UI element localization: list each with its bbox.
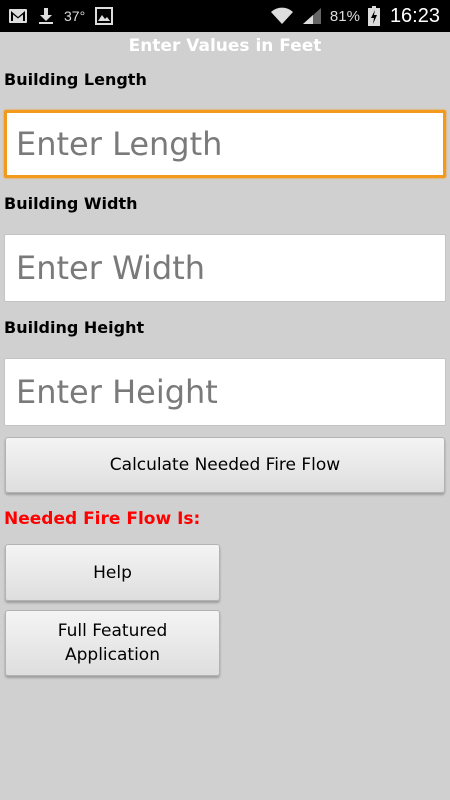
page-title: Enter Values in Feet xyxy=(128,36,322,56)
clock: 16:23 xyxy=(389,4,440,27)
height-label: Building Height xyxy=(4,318,145,337)
result-label: Needed Fire Flow Is: xyxy=(4,509,201,529)
temperature-text: 37° xyxy=(64,8,86,24)
battery-charging-icon xyxy=(367,6,380,26)
calculate-button[interactable]: Calculate Needed Fire Flow xyxy=(5,437,445,493)
status-bar: 37° 81% 16:23 xyxy=(0,0,450,32)
length-input[interactable] xyxy=(4,110,446,178)
battery-percent: 81% xyxy=(329,7,360,25)
gmail-icon xyxy=(8,8,28,24)
length-label: Building Length xyxy=(4,70,147,89)
height-input[interactable] xyxy=(4,358,446,426)
signal-icon xyxy=(302,7,322,25)
help-button[interactable]: Help xyxy=(5,544,220,601)
download-icon xyxy=(38,7,54,25)
full-featured-application-button[interactable]: Full Featured Application xyxy=(5,610,220,676)
image-icon xyxy=(95,7,114,25)
wifi-icon xyxy=(270,7,294,25)
width-label: Building Width xyxy=(4,194,138,213)
width-input[interactable] xyxy=(4,234,446,302)
